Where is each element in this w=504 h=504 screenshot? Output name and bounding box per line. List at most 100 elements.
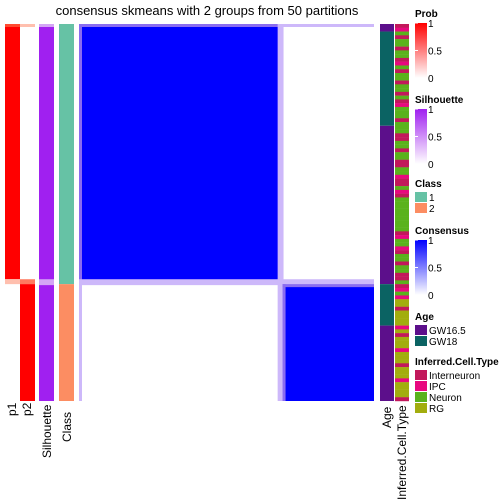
consensus-top-edge-block2 bbox=[282, 284, 374, 288]
cell-type-cell bbox=[395, 193, 409, 198]
cell-type-cell bbox=[395, 31, 409, 36]
cell-type-cell bbox=[395, 216, 409, 221]
cell-type-cell bbox=[395, 287, 409, 292]
cell-type-cell bbox=[395, 325, 409, 330]
legend-tick-consensus: 1 bbox=[428, 236, 434, 247]
cell-type-cell bbox=[395, 231, 409, 236]
cell-type-cell bbox=[395, 212, 409, 217]
cell-type-cell bbox=[395, 397, 409, 402]
cell-type-cell bbox=[395, 314, 409, 319]
cell-type-cell bbox=[395, 393, 409, 398]
label-p2: p2 bbox=[20, 402, 34, 416]
cell-type-cell bbox=[395, 310, 409, 315]
cell-type-cell bbox=[395, 73, 409, 77]
legend-swatch-inferred-cell-type bbox=[415, 403, 427, 413]
legend-tick-prob: 0.5 bbox=[428, 47, 442, 58]
label-age: Age bbox=[380, 406, 394, 428]
label-p1: p1 bbox=[5, 402, 19, 416]
cell-type-cell bbox=[395, 106, 409, 111]
legend-label-inferred-cell-type: Interneuron bbox=[429, 371, 480, 382]
cell-type-cell bbox=[395, 42, 409, 47]
cell-type-cell bbox=[395, 367, 409, 372]
cell-type-cell bbox=[395, 246, 409, 251]
cell-type-cell bbox=[395, 299, 409, 304]
cell-type-cell bbox=[395, 144, 409, 149]
cell-type-cell bbox=[395, 91, 409, 96]
cell-type-cell bbox=[395, 80, 409, 85]
cell-type-cell bbox=[395, 110, 409, 115]
silhouette-cells bbox=[39, 24, 54, 401]
p1-cell-top-edge bbox=[5, 24, 20, 27]
cell-type-cell bbox=[395, 291, 409, 296]
legend-tick-silhouette: 0 bbox=[428, 160, 434, 171]
cell-type-cell bbox=[395, 227, 409, 232]
legend-label-age: GW18 bbox=[429, 337, 458, 348]
legend-tick-silhouette: 0.5 bbox=[428, 133, 442, 144]
cell-type-cell bbox=[395, 84, 409, 89]
cell-type-cell bbox=[395, 208, 409, 213]
cell-type-cell bbox=[395, 336, 409, 341]
cell-type-cell bbox=[395, 186, 409, 191]
cell-type-cell bbox=[395, 152, 409, 157]
legend-swatch-age bbox=[415, 336, 427, 346]
cell-type-cell bbox=[395, 348, 409, 353]
cell-type-cell bbox=[395, 382, 409, 387]
consensus-left-edge-block2 bbox=[282, 284, 286, 401]
class-cell-group2 bbox=[59, 284, 74, 401]
cell-type-cell bbox=[395, 201, 409, 206]
cell-type-cell bbox=[395, 125, 409, 130]
cell-type-cell bbox=[395, 137, 409, 142]
legend-swatch-inferred-cell-type bbox=[415, 370, 427, 380]
cell-type-cell bbox=[395, 46, 409, 51]
cell-type-cell bbox=[395, 359, 409, 364]
cell-type-cell bbox=[395, 284, 409, 289]
chart-title: consensus skmeans with 2 groups from 50 … bbox=[56, 3, 359, 18]
legend-label-inferred-cell-type: RG bbox=[429, 404, 444, 415]
consensus-block-group2 bbox=[282, 284, 374, 401]
cell-type-cell bbox=[395, 235, 409, 240]
cell-type-cell bbox=[395, 189, 409, 194]
cell-type-cell bbox=[395, 238, 409, 243]
cell-type-cell bbox=[395, 329, 409, 334]
p1-cell-group1 bbox=[5, 24, 20, 280]
cell-type-cell bbox=[395, 253, 409, 258]
cell-type-cell bbox=[395, 302, 409, 307]
cell-type-cell bbox=[395, 88, 409, 93]
cell-type-cell bbox=[395, 24, 409, 28]
age-segment-0 bbox=[380, 24, 394, 32]
cell-type-cell bbox=[395, 250, 409, 255]
cell-type-cell bbox=[395, 340, 409, 345]
cell-type-cell bbox=[395, 363, 409, 368]
column-labels: p1 p2 Silhouette Class Age Inferred.Cell.Type bbox=[5, 402, 409, 500]
cell-type-cell bbox=[395, 333, 409, 338]
class-cell-group1 bbox=[59, 24, 74, 285]
legend-swatch-class bbox=[415, 203, 427, 213]
legend-title-inferred-cell-type: Inferred.Cell.Type bbox=[415, 357, 499, 368]
legend-tick-silhouette: 1 bbox=[428, 105, 434, 116]
cell-type-cell bbox=[395, 65, 409, 70]
p2-cell-boundary bbox=[20, 279, 35, 285]
cell-type-cell bbox=[395, 370, 409, 375]
cell-type-cell bbox=[395, 306, 409, 311]
cell-type-cell bbox=[395, 204, 409, 209]
consensus-left-edge-block1 bbox=[79, 24, 82, 285]
cell-type-cell bbox=[395, 95, 409, 100]
cell-type-cell bbox=[395, 385, 409, 390]
cell-type-cell bbox=[395, 61, 409, 66]
silhouette-boundary bbox=[39, 279, 54, 286]
legend-title-consensus: Consensus bbox=[415, 226, 469, 237]
cell-type-cell bbox=[395, 76, 409, 81]
cell-type-cell bbox=[395, 389, 409, 394]
cell-type-cell bbox=[395, 155, 409, 160]
cell-type-cell bbox=[395, 351, 409, 356]
cell-type-cell bbox=[395, 103, 409, 108]
cell-type-cell bbox=[395, 257, 409, 262]
cell-type-cell bbox=[395, 118, 409, 123]
age-segment-3 bbox=[380, 284, 394, 326]
legend-label-inferred-cell-type: IPC bbox=[429, 382, 446, 393]
cell-type-cell bbox=[395, 280, 409, 285]
cell-type-cell bbox=[395, 321, 409, 326]
legend-label-inferred-cell-type: Neuron bbox=[429, 393, 462, 404]
cell-type-cell bbox=[395, 197, 409, 202]
consensus-top-edge-block1 bbox=[79, 24, 283, 27]
